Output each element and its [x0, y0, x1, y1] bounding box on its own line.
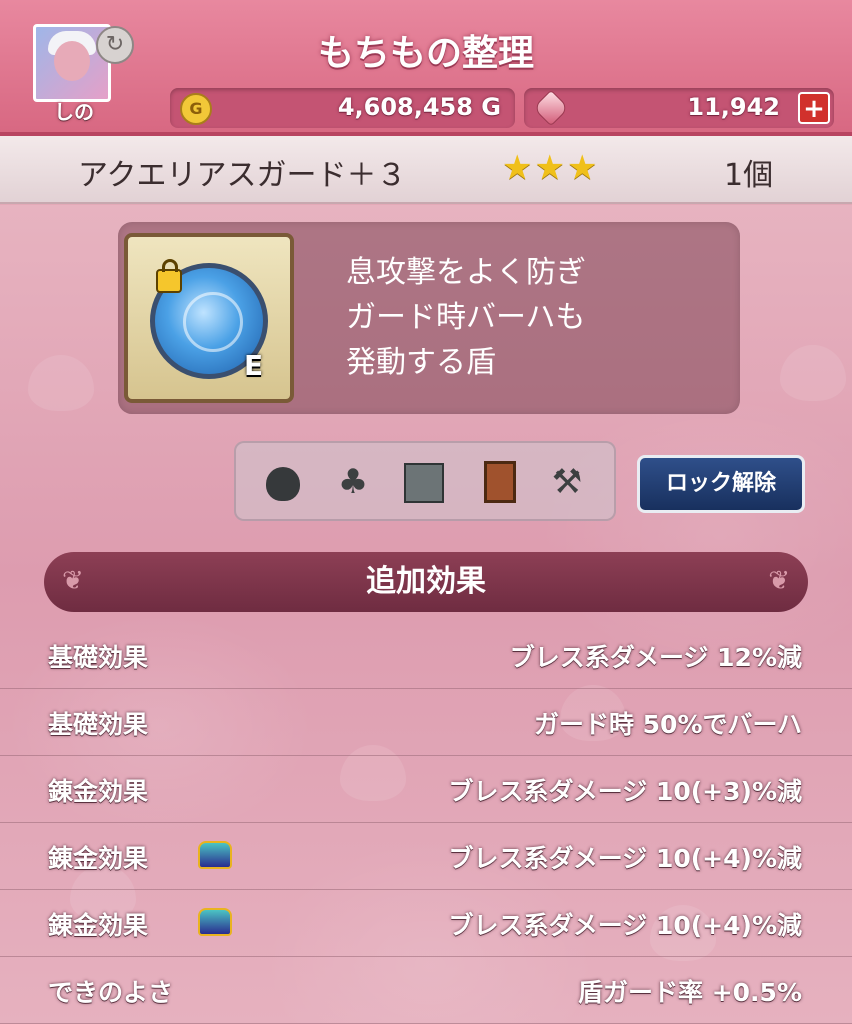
item-name: アクエリアスガード＋３	[78, 158, 407, 193]
bag-shape	[266, 467, 300, 501]
star-rating: ★★★	[502, 148, 600, 188]
gold-coin-icon: G	[180, 93, 212, 125]
top-header: もちもの整理 ↻ しの G 4,608,458 G 11,942 +	[0, 0, 852, 136]
effect-row: 基礎効果 ガード時 50%でバーハ	[0, 689, 852, 756]
slime-pattern-icon	[28, 355, 94, 411]
storage-icon[interactable]	[396, 455, 450, 509]
item-info-bar: アクエリアスガード＋３ ★★★ 1個	[0, 136, 852, 204]
item-icon-frame[interactable]: E	[124, 233, 294, 403]
effects-header-label: 追加効果	[366, 564, 486, 599]
anvil-icon[interactable]: ⚒	[540, 455, 594, 509]
crown-icon	[198, 841, 232, 869]
book-icon[interactable]	[472, 455, 526, 509]
crown-icon	[198, 908, 232, 936]
unlock-button[interactable]: ロック解除	[637, 455, 805, 513]
slime-pattern-icon	[780, 345, 846, 401]
effect-label: 錬金効果	[48, 844, 149, 873]
effect-label: 錬金効果	[48, 777, 149, 806]
effect-label: 基礎効果	[48, 643, 149, 672]
effect-row: 錬金効果 ブレス系ダメージ 10(+4)%減	[0, 823, 852, 890]
effect-value: ガード時 50%でバーハ	[533, 710, 802, 739]
effect-row: 錬金効果 ブレス系ダメージ 10(+3)%減	[0, 756, 852, 823]
effect-row: 錬金効果 ブレス系ダメージ 10(+4)%減	[0, 890, 852, 957]
item-count: 1個	[724, 158, 774, 193]
effect-row: 基礎効果 ブレス系ダメージ 12%減	[0, 622, 852, 689]
effect-row: できのよさ 盾ガード率 +0.5%	[0, 957, 852, 1024]
gem-amount: 11,942	[687, 93, 780, 121]
effect-label: できのよさ	[48, 978, 174, 1007]
effect-value: 盾ガード率 +0.5%	[578, 978, 802, 1007]
effect-label: 基礎効果	[48, 710, 149, 739]
gem-icon	[532, 89, 570, 127]
clover-icon[interactable]: ♣	[326, 455, 380, 509]
effects-list: 基礎効果 ブレス系ダメージ 12%減 基礎効果 ガード時 50%でバーハ 錬金効…	[0, 622, 852, 1024]
item-description: 息攻撃をよく防ぎ ガード時バーハも 発動する盾	[346, 255, 586, 380]
effect-value: ブレス系ダメージ 12%減	[509, 643, 802, 672]
action-icon-tray: ♣ ⚒	[234, 441, 616, 521]
storage-shape	[404, 463, 444, 503]
bag-icon[interactable]	[256, 455, 310, 509]
additional-effects-header: ❦ 追加効果 ❦	[44, 552, 808, 612]
effect-label: 錬金効果	[48, 911, 149, 940]
gold-counter: G 4,608,458 G	[170, 88, 515, 128]
book-shape	[484, 461, 516, 503]
player-name: しの	[54, 100, 94, 124]
shield-ornament	[183, 292, 243, 352]
gold-amount: 4,608,458 G	[337, 93, 501, 121]
gem-counter: 11,942 +	[524, 88, 834, 128]
add-gems-button[interactable]: +	[798, 92, 830, 124]
avatar-face	[54, 41, 90, 81]
equipped-badge: E	[244, 349, 264, 382]
lock-icon	[156, 259, 182, 293]
flourish-left-icon: ❦	[62, 566, 84, 596]
swap-character-icon[interactable]: ↻	[96, 26, 134, 64]
effect-value: ブレス系ダメージ 10(+3)%減	[448, 777, 803, 806]
effect-value: ブレス系ダメージ 10(+4)%減	[448, 844, 803, 873]
effect-value: ブレス系ダメージ 10(+4)%減	[448, 911, 803, 940]
flourish-right-icon: ❦	[768, 566, 790, 596]
